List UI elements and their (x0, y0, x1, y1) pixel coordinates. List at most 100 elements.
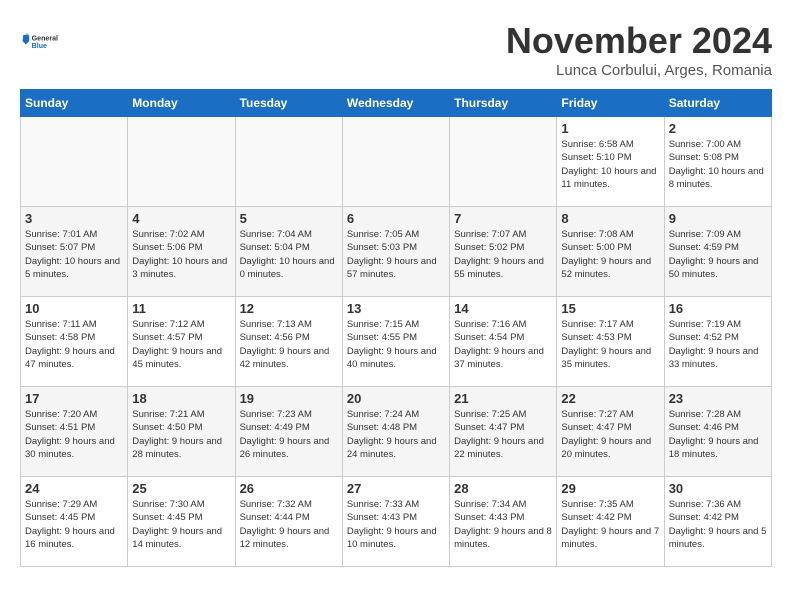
calendar-week-1: 1 Sunrise: 6:58 AM Sunset: 5:10 PM Daylig… (21, 117, 772, 207)
logo-svg: General Blue (20, 20, 70, 64)
day-number: 4 (132, 211, 230, 226)
calendar-cell: 28 Sunrise: 7:34 AM Sunset: 4:43 PM Dayli… (450, 477, 557, 567)
day-info: Sunrise: 7:13 AM Sunset: 4:56 PM Dayligh… (240, 318, 338, 371)
day-number: 2 (669, 121, 767, 136)
day-info: Sunrise: 7:09 AM Sunset: 4:59 PM Dayligh… (669, 228, 767, 281)
calendar-cell: 23 Sunrise: 7:28 AM Sunset: 4:46 PM Dayli… (664, 387, 771, 477)
day-number: 8 (561, 211, 659, 226)
calendar-cell: 27 Sunrise: 7:33 AM Sunset: 4:43 PM Dayli… (342, 477, 449, 567)
day-info: Sunrise: 7:30 AM Sunset: 4:45 PM Dayligh… (132, 498, 230, 551)
calendar-cell: 24Sunrise: 7:29 AM Sunset: 4:45 PM Dayli… (21, 477, 128, 567)
day-info: Sunrise: 7:29 AM Sunset: 4:45 PM Dayligh… (25, 498, 123, 551)
calendar-cell: 14 Sunrise: 7:16 AM Sunset: 4:54 PM Dayli… (450, 297, 557, 387)
day-number: 20 (347, 391, 445, 406)
day-number: 21 (454, 391, 552, 406)
day-number: 6 (347, 211, 445, 226)
calendar-cell: 11 Sunrise: 7:12 AM Sunset: 4:57 PM Dayli… (128, 297, 235, 387)
calendar-table: SundayMondayTuesdayWednesdayThursdayFrid… (20, 89, 772, 567)
weekday-header-wednesday: Wednesday (342, 90, 449, 117)
calendar-cell: 20 Sunrise: 7:24 AM Sunset: 4:48 PM Dayli… (342, 387, 449, 477)
calendar-cell: 29Sunrise: 7:35 AM Sunset: 4:42 PM Dayli… (557, 477, 664, 567)
day-number: 19 (240, 391, 338, 406)
day-info: Sunrise: 7:01 AM Sunset: 5:07 PM Dayligh… (25, 228, 123, 281)
calendar-cell (235, 117, 342, 207)
calendar-cell (450, 117, 557, 207)
day-info: Sunrise: 7:02 AM Sunset: 5:06 PM Dayligh… (132, 228, 230, 281)
calendar-cell: 22Sunrise: 7:27 AM Sunset: 4:47 PM Dayli… (557, 387, 664, 477)
calendar-week-3: 10 Sunrise: 7:11 AM Sunset: 4:58 PM Dayli… (21, 297, 772, 387)
calendar-cell: 9Sunrise: 7:09 AM Sunset: 4:59 PM Daylig… (664, 207, 771, 297)
calendar-cell: 25 Sunrise: 7:30 AM Sunset: 4:45 PM Dayli… (128, 477, 235, 567)
day-info: Sunrise: 7:05 AM Sunset: 5:03 PM Dayligh… (347, 228, 445, 281)
calendar-cell (128, 117, 235, 207)
calendar-cell: 12Sunrise: 7:13 AM Sunset: 4:56 PM Dayli… (235, 297, 342, 387)
calendar-cell: 26 Sunrise: 7:32 AM Sunset: 4:44 PM Dayli… (235, 477, 342, 567)
calendar-cell (342, 117, 449, 207)
day-info: Sunrise: 7:34 AM Sunset: 4:43 PM Dayligh… (454, 498, 552, 551)
day-number: 23 (669, 391, 767, 406)
calendar-cell: 15 Sunrise: 7:17 AM Sunset: 4:53 PM Dayli… (557, 297, 664, 387)
calendar-cell: 6 Sunrise: 7:05 AM Sunset: 5:03 PM Daylig… (342, 207, 449, 297)
calendar-cell: 17 Sunrise: 7:20 AM Sunset: 4:51 PM Dayli… (21, 387, 128, 477)
day-info: Sunrise: 7:32 AM Sunset: 4:44 PM Dayligh… (240, 498, 338, 551)
calendar-cell: 13Sunrise: 7:15 AM Sunset: 4:55 PM Dayli… (342, 297, 449, 387)
day-number: 26 (240, 481, 338, 496)
day-info: Sunrise: 7:20 AM Sunset: 4:51 PM Dayligh… (25, 408, 123, 461)
day-number: 14 (454, 301, 552, 316)
day-number: 17 (25, 391, 123, 406)
day-number: 5 (240, 211, 338, 226)
month-year-title: November 2024 (506, 20, 772, 62)
day-number: 27 (347, 481, 445, 496)
calendar-cell: 8 Sunrise: 7:08 AM Sunset: 5:00 PM Daylig… (557, 207, 664, 297)
day-info: Sunrise: 7:28 AM Sunset: 4:46 PM Dayligh… (669, 408, 767, 461)
day-number: 1 (561, 121, 659, 136)
day-info: Sunrise: 7:21 AM Sunset: 4:50 PM Dayligh… (132, 408, 230, 461)
calendar-cell (21, 117, 128, 207)
day-info: Sunrise: 6:58 AM Sunset: 5:10 PM Dayligh… (561, 138, 659, 191)
weekday-header-monday: Monday (128, 90, 235, 117)
calendar-week-2: 3 Sunrise: 7:01 AM Sunset: 5:07 PM Daylig… (21, 207, 772, 297)
day-info: Sunrise: 7:08 AM Sunset: 5:00 PM Dayligh… (561, 228, 659, 281)
calendar-cell: 2 Sunrise: 7:00 AM Sunset: 5:08 PM Daylig… (664, 117, 771, 207)
day-number: 28 (454, 481, 552, 496)
weekday-header-friday: Friday (557, 90, 664, 117)
calendar-cell: 30Sunrise: 7:36 AM Sunset: 4:42 PM Dayli… (664, 477, 771, 567)
day-info: Sunrise: 7:17 AM Sunset: 4:53 PM Dayligh… (561, 318, 659, 371)
day-number: 11 (132, 301, 230, 316)
day-number: 15 (561, 301, 659, 316)
day-info: Sunrise: 7:23 AM Sunset: 4:49 PM Dayligh… (240, 408, 338, 461)
calendar-cell: 16Sunrise: 7:19 AM Sunset: 4:52 PM Dayli… (664, 297, 771, 387)
day-number: 30 (669, 481, 767, 496)
calendar-cell: 21Sunrise: 7:25 AM Sunset: 4:47 PM Dayli… (450, 387, 557, 477)
calendar-cell: 19 Sunrise: 7:23 AM Sunset: 4:49 PM Dayli… (235, 387, 342, 477)
day-info: Sunrise: 7:12 AM Sunset: 4:57 PM Dayligh… (132, 318, 230, 371)
title-area: November 2024 Lunca Corbului, Arges, Rom… (506, 20, 772, 79)
svg-text:General: General (32, 35, 58, 43)
day-number: 22 (561, 391, 659, 406)
weekday-header-row: SundayMondayTuesdayWednesdayThursdayFrid… (21, 90, 772, 117)
day-info: Sunrise: 7:24 AM Sunset: 4:48 PM Dayligh… (347, 408, 445, 461)
day-number: 7 (454, 211, 552, 226)
day-info: Sunrise: 7:16 AM Sunset: 4:54 PM Dayligh… (454, 318, 552, 371)
location-subtitle: Lunca Corbului, Arges, Romania (506, 62, 772, 79)
calendar-cell: 10 Sunrise: 7:11 AM Sunset: 4:58 PM Dayli… (21, 297, 128, 387)
calendar-week-4: 17 Sunrise: 7:20 AM Sunset: 4:51 PM Dayli… (21, 387, 772, 477)
calendar-cell: 4 Sunrise: 7:02 AM Sunset: 5:06 PM Daylig… (128, 207, 235, 297)
weekday-header-saturday: Saturday (664, 90, 771, 117)
day-info: Sunrise: 7:07 AM Sunset: 5:02 PM Dayligh… (454, 228, 552, 281)
day-number: 25 (132, 481, 230, 496)
day-number: 13 (347, 301, 445, 316)
day-number: 18 (132, 391, 230, 406)
weekday-header-tuesday: Tuesday (235, 90, 342, 117)
calendar-cell: 7 Sunrise: 7:07 AM Sunset: 5:02 PM Daylig… (450, 207, 557, 297)
calendar-cell: 3 Sunrise: 7:01 AM Sunset: 5:07 PM Daylig… (21, 207, 128, 297)
day-info: Sunrise: 7:19 AM Sunset: 4:52 PM Dayligh… (669, 318, 767, 371)
day-info: Sunrise: 7:11 AM Sunset: 4:58 PM Dayligh… (25, 318, 123, 371)
calendar-week-5: 24Sunrise: 7:29 AM Sunset: 4:45 PM Dayli… (21, 477, 772, 567)
day-info: Sunrise: 7:00 AM Sunset: 5:08 PM Dayligh… (669, 138, 767, 191)
weekday-header-thursday: Thursday (450, 90, 557, 117)
day-number: 3 (25, 211, 123, 226)
svg-text:Blue: Blue (32, 42, 47, 50)
day-info: Sunrise: 7:33 AM Sunset: 4:43 PM Dayligh… (347, 498, 445, 551)
day-number: 10 (25, 301, 123, 316)
